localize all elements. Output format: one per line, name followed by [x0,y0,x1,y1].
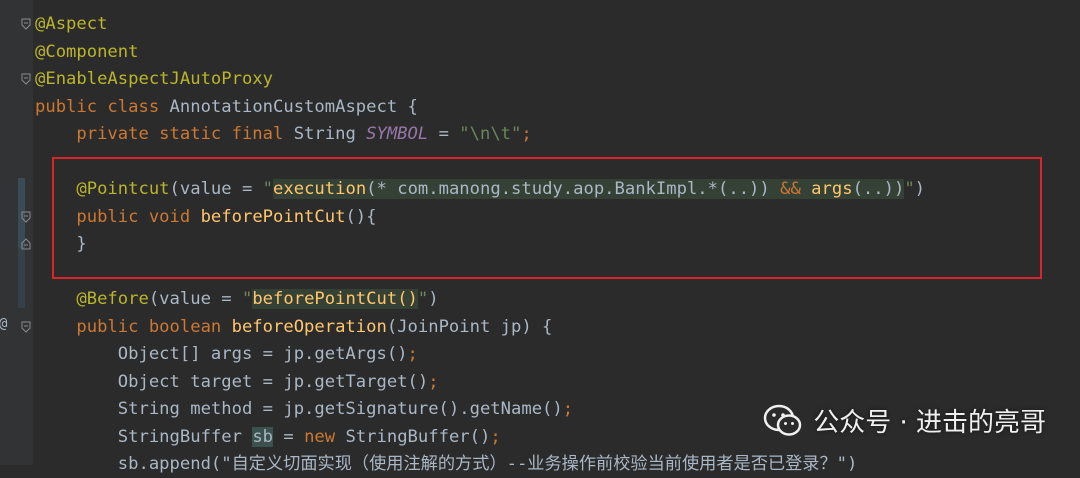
fold-icon[interactable] [21,321,31,333]
code-line[interactable]: @Component [35,39,138,66]
code-line[interactable]: public class AnnotationCustomAspect { [35,94,418,121]
fold-icon[interactable] [21,211,31,223]
fold-icon[interactable] [21,238,31,250]
code-token: (JoinPoint jp) { [386,316,553,337]
code-token: @Component [35,41,139,62]
code-token: @Aspect [35,14,108,34]
code-token: SYMBOL [366,124,429,144]
editor-gutter [0,0,33,465]
code-token: @Before [35,289,149,309]
code-token: private static final [35,124,294,144]
annotation-gutter-icon[interactable]: @ [0,316,7,332]
wechat-icon [763,404,802,436]
injected-language-region: beforePointCut() [252,289,418,309]
code-token: StringBuffer [35,426,253,447]
code-token: AnnotationCustomAspect { [169,96,418,117]
watermark: 公众号 · 进击的亮哥 [763,402,1046,439]
code-token: String [293,124,367,144]
code-token: StringBuffer() [345,426,491,447]
code-token: " [417,289,429,309]
code-line[interactable]: @EnableAspectJAutoProxy [35,66,273,93]
code-token: public class [35,96,170,117]
code-token: sb [252,426,274,447]
code-line[interactable]: String method = jp.getSignature().getNam… [35,396,573,423]
code-token: Object target = jp.getTarget() [35,371,429,392]
watermark-text: 公众号 · 进击的亮哥 [813,408,1046,438]
code-token: " [241,289,253,309]
code-token: beforePointCut() [252,289,418,309]
code-line[interactable]: private static final String SYMBOL = "\n… [35,121,532,148]
code-line[interactable]: public boolean beforeOperation(JoinPoint… [35,314,552,341]
code-token: ; [521,124,532,144]
code-token: = [428,124,460,144]
code-token: new [304,426,346,447]
code-token: String method = jp.getSignature().getNam… [35,399,563,419]
code-line[interactable]: Object[] args = jp.getArgs(); [35,341,418,368]
highlight-box [52,157,1042,279]
change-marker [18,248,25,308]
code-token: @EnableAspectJAutoProxy [35,69,273,89]
code-line[interactable]: StringBuffer sb = new StringBuffer(); [35,424,501,451]
code-token: public boolean [35,316,232,337]
fold-icon[interactable] [21,18,31,30]
code-line[interactable]: @Aspect [35,11,107,38]
code-token: "\n\t" [459,124,522,144]
code-line[interactable]: @Before(value = "beforePointCut()") [35,286,439,313]
code-token: (value = [148,289,242,309]
code-token: ) [428,289,439,309]
fold-icon[interactable] [21,73,31,85]
code-token: ; [490,426,501,447]
code-token: ; [562,399,574,419]
code-token: sb.append("自定义切面实现（使用注解的方式）--业务操作前校验当前使用… [35,454,858,474]
code-line[interactable]: Object target = jp.getTarget(); [35,369,439,396]
code-token: ; [428,371,439,392]
code-token: = [273,426,305,447]
code-token: Object[] args = jp.getArgs() [35,344,408,364]
code-token: ; [407,344,418,364]
code-token: beforeOperation [231,316,387,337]
